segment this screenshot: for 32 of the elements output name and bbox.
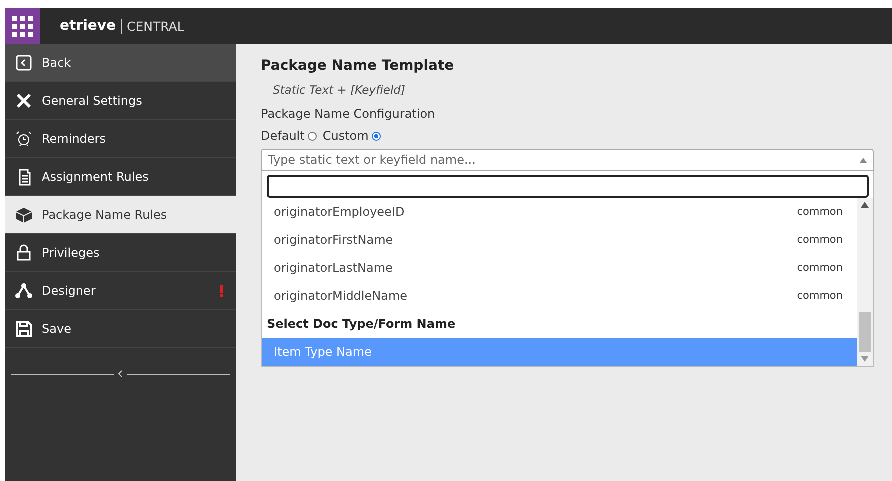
keyfield-select[interactable]: Type static text or keyfield name... [261,149,874,171]
scrollbar[interactable] [857,198,873,366]
section-title: Package Name Template [261,58,456,74]
brand-logo: etrieve [60,18,116,34]
network-icon [15,282,33,300]
back-icon [15,54,33,72]
sidebar-item[interactable]: Back [5,44,236,82]
alarm-clock-icon [15,130,33,148]
option-tag: common [797,262,843,274]
package-icon [15,206,33,224]
caret-icon [860,158,867,162]
lock-icon [15,244,33,262]
template-text: Static Text + [Keyfield] [273,83,406,97]
radio-label: Default [261,129,305,143]
scrollbar-thumb[interactable] [859,312,871,352]
product-name: CENTRAL [121,18,184,34]
search-field[interactable] [267,175,869,198]
config-label: Package Name Configuration [261,107,436,121]
save-icon [15,320,33,338]
apps-menu-button[interactable] [5,8,40,44]
collapse-chevron-icon[interactable] [118,370,123,378]
tools-icon [15,92,33,110]
scroll-down-icon[interactable] [861,356,869,362]
option-tag: common [797,206,843,218]
scroll-up-icon[interactable] [861,202,869,208]
option-tag: common [797,234,843,246]
sidebar-item[interactable]: Package Name Rules [5,196,236,234]
option-group-header: Select Doc Type/Form Name [266,316,457,333]
option-tag: common [797,290,843,302]
radio-label: Custom [322,129,369,143]
radio-button[interactable] [308,132,317,140]
radio-button[interactable] [372,132,381,140]
